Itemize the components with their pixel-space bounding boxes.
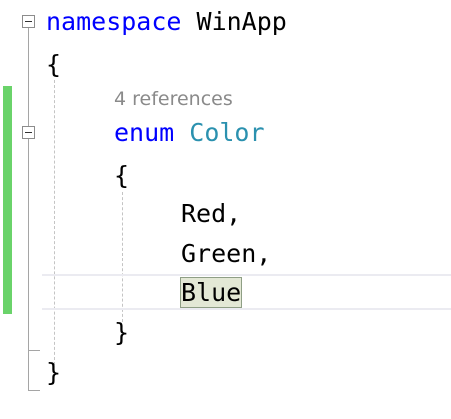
code-line-9[interactable]: } <box>46 358 61 388</box>
collapse-namespace-icon[interactable] <box>22 15 35 28</box>
indent-guide-namespace <box>54 80 55 365</box>
enum-member-red: Red, <box>181 199 242 228</box>
namespace-open-brace: { <box>46 50 62 79</box>
namespace-name: WinApp <box>196 7 287 36</box>
enum-keyword: enum <box>114 118 175 147</box>
code-editor[interactable]: namespace WinApp { 4 references enum Col… <box>0 0 451 419</box>
namespace-fold-end <box>28 390 40 391</box>
enum-close-brace: } <box>114 318 130 347</box>
change-tracking-bar <box>3 86 12 314</box>
enum-open-brace: { <box>114 161 130 190</box>
codelens-references[interactable]: 4 references <box>114 87 233 111</box>
namespace-fold-line <box>28 28 29 391</box>
code-line-2[interactable]: { <box>46 50 61 80</box>
enum-member-blue[interactable]: Blue <box>179 277 243 308</box>
enum-type-name: Color <box>189 118 265 147</box>
enum-member-green: Green, <box>181 239 272 268</box>
code-line-1[interactable]: namespace WinApp <box>46 7 287 37</box>
code-line-5[interactable]: Red, <box>181 199 241 229</box>
enum-fold-end <box>28 350 40 351</box>
code-line-7[interactable]: Blue <box>179 277 243 308</box>
code-line-8[interactable]: } <box>114 318 129 348</box>
namespace-close-brace: } <box>46 358 62 387</box>
code-line-6[interactable]: Green, <box>181 239 271 269</box>
code-line-4[interactable]: { <box>114 161 129 191</box>
code-line-3[interactable]: enum Color <box>114 118 265 148</box>
current-line-highlight <box>42 274 451 310</box>
namespace-keyword: namespace <box>46 7 182 36</box>
collapse-enum-icon[interactable] <box>22 126 35 139</box>
